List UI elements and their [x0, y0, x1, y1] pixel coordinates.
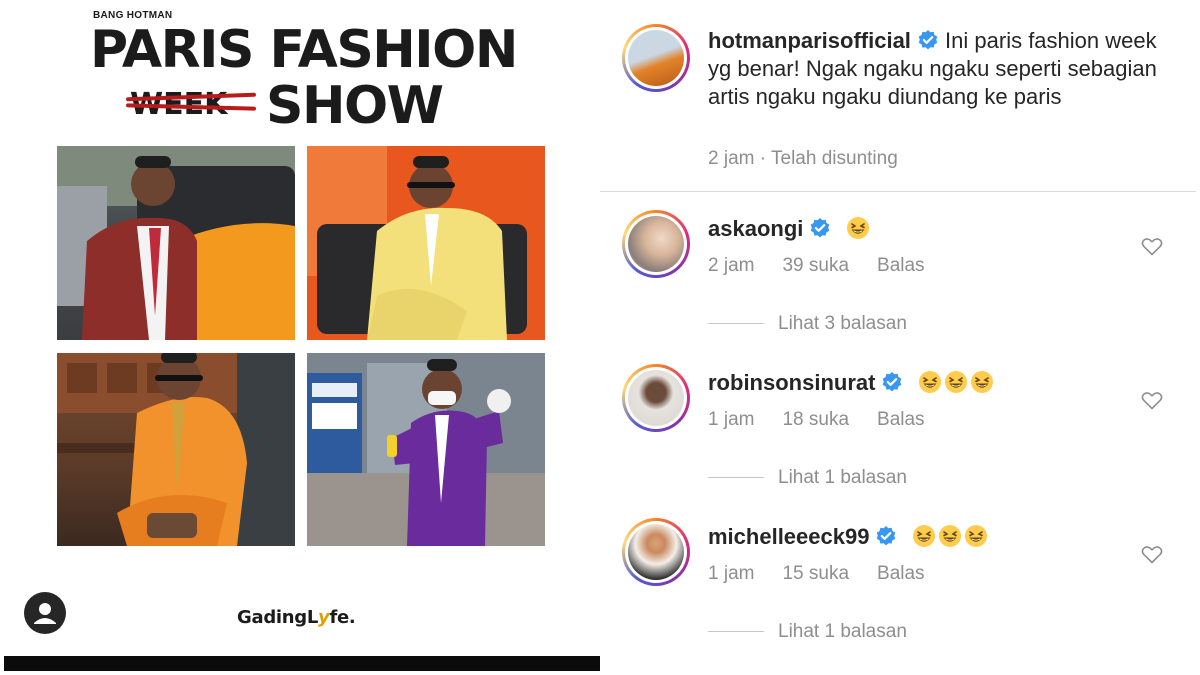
comments-panel: hotmanparisofficial Ini paris fashion we… — [600, 0, 1200, 675]
comment-avatar[interactable] — [622, 210, 690, 278]
photo-purple-suit — [307, 353, 545, 546]
photo-orange-suit — [57, 353, 295, 546]
grinning-squinting-face-icon — [944, 371, 967, 393]
title-word-show: SHOW — [266, 76, 444, 136]
view-replies-label: Lihat 3 balasan — [778, 313, 907, 334]
heart-outline-icon[interactable] — [1140, 542, 1164, 566]
brand-suffix: fe. — [329, 607, 356, 628]
comment-likes[interactable]: 39 suka — [782, 255, 849, 276]
reply-button[interactable]: Balas — [877, 255, 925, 276]
caption-avatar[interactable] — [622, 24, 690, 92]
comment-username[interactable]: robinsonsinurat — [708, 370, 875, 395]
verified-badge-icon — [811, 218, 830, 238]
heart-outline-icon[interactable] — [1140, 234, 1164, 258]
comment-meta: 1 jam 18 suka Balas — [708, 409, 953, 431]
comment-text: robinsonsinurat — [708, 370, 994, 396]
grinning-squinting-face-icon — [970, 371, 993, 393]
comment-likes[interactable]: 18 suka — [782, 409, 849, 430]
view-replies-button[interactable]: Lihat 1 balasan — [708, 621, 907, 643]
comment-time: 2 jam — [708, 255, 755, 276]
post-image[interactable]: BANG HOTMAN PARIS FASHION WEEK SHOW Gadi… — [0, 0, 600, 675]
brand-y: y — [318, 607, 330, 628]
caption-meta: 2 jam · Telah disunting — [708, 148, 898, 170]
grinning-squinting-face-icon — [912, 525, 935, 547]
view-replies-button[interactable]: Lihat 3 balasan — [708, 313, 907, 335]
grinning-squinting-face-icon — [964, 525, 987, 547]
caption-username[interactable]: hotmanparisofficial — [708, 28, 911, 53]
verified-badge-icon — [918, 30, 938, 50]
comment-text: askaongi — [708, 216, 870, 242]
post-title-line1: PARIS FASHION — [90, 20, 518, 80]
comment-text: michelleeeck99 — [708, 524, 988, 550]
reply-button[interactable]: Balas — [877, 409, 925, 430]
comment-meta: 2 jam 39 suka Balas — [708, 255, 953, 277]
grinning-squinting-face-icon — [846, 217, 869, 239]
brand-watermark: GadingLyfe. — [237, 607, 356, 628]
divider — [600, 191, 1196, 192]
comment-username[interactable]: askaongi — [708, 216, 803, 241]
comment-time: 1 jam — [708, 563, 755, 584]
comment-time: 1 jam — [708, 409, 755, 430]
grinning-squinting-face-icon — [918, 371, 941, 393]
caption-edited: Telah disunting — [771, 148, 898, 169]
caption-time: 2 jam — [708, 148, 755, 169]
comment-likes[interactable]: 15 suka — [782, 563, 849, 584]
comment-avatar[interactable] — [622, 518, 690, 586]
comment-username[interactable]: michelleeeck99 — [708, 524, 869, 549]
reply-rule — [708, 477, 764, 479]
brand-prefix: GadingL — [237, 607, 319, 628]
meta-separator: · — [759, 148, 767, 169]
comment-avatar[interactable] — [622, 364, 690, 432]
photo-yellow-suit — [307, 146, 545, 340]
profile-icon[interactable] — [24, 592, 66, 634]
verified-badge-icon — [877, 526, 896, 546]
caption: hotmanparisofficial Ini paris fashion we… — [708, 27, 1178, 111]
reply-rule — [708, 323, 764, 325]
view-replies-button[interactable]: Lihat 1 balasan — [708, 467, 907, 489]
reply-rule — [708, 631, 764, 633]
comment-meta: 1 jam 15 suka Balas — [708, 563, 953, 585]
emoji-group — [844, 216, 870, 241]
heart-outline-icon[interactable] — [1140, 388, 1164, 412]
reply-button[interactable]: Balas — [877, 563, 925, 584]
emoji-group — [910, 524, 988, 549]
bottom-bar — [4, 656, 600, 671]
view-replies-label: Lihat 1 balasan — [778, 621, 907, 642]
photo-red-suit — [57, 146, 295, 340]
grinning-squinting-face-icon — [938, 525, 961, 547]
verified-badge-icon — [883, 372, 902, 392]
emoji-group — [916, 370, 994, 395]
view-replies-label: Lihat 1 balasan — [778, 467, 907, 488]
